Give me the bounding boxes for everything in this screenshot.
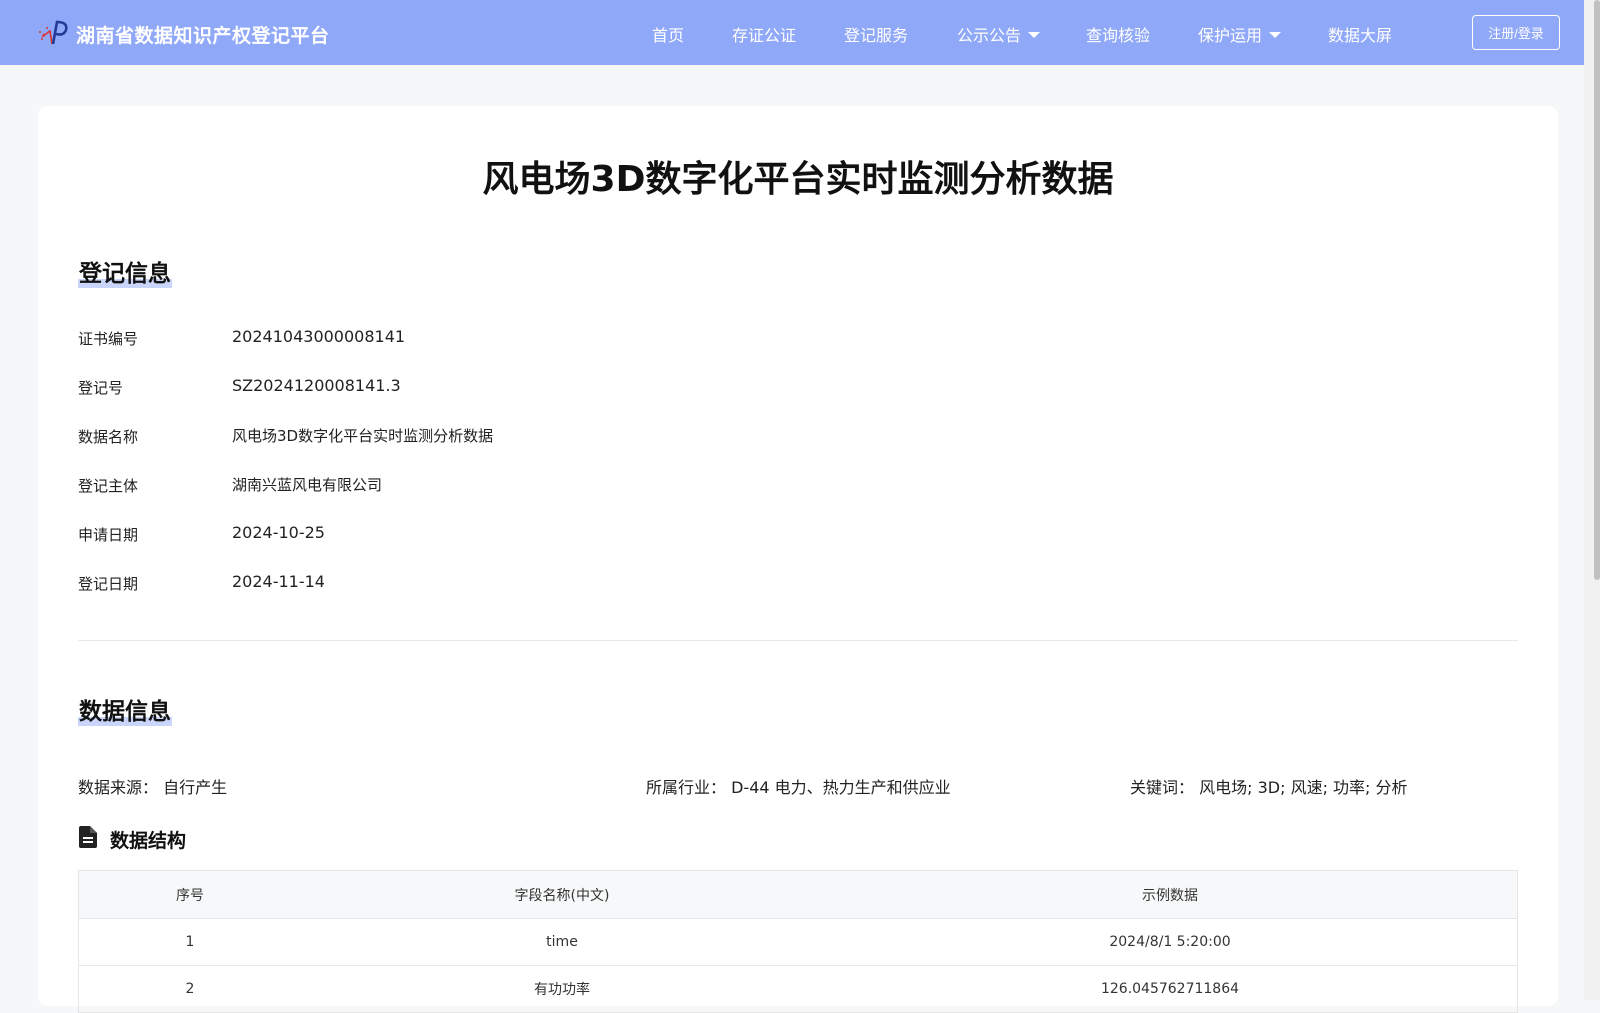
detail-card: 风电场3D数字化平台实时监测分析数据 登记信息 证书编号 20241043000…: [38, 106, 1558, 1013]
nav-home[interactable]: 首页: [652, 22, 684, 46]
registration-info-heading: 登记信息: [78, 254, 172, 288]
section-divider: [78, 640, 1518, 641]
row-index: 1: [185, 934, 195, 950]
keywords: 关键词： 风电场; 3D; 风速; 功率; 分析: [1130, 774, 1408, 798]
registration-number-label: 登记号: [78, 379, 124, 397]
register-login-button[interactable]: 注册/登录: [1472, 15, 1560, 50]
row-sample-data: 2024/8/1 5:20:00: [1109, 934, 1231, 950]
table-header-row: 序号 字段名称(中文) 示例数据: [79, 871, 1517, 919]
nav-query-label: 查询核验: [1086, 26, 1151, 45]
data-structure-title: 数据结构: [110, 830, 187, 852]
row-field-name: time: [546, 934, 578, 950]
data-name-value: 风电场3D数字化平台实时监测分析数据: [232, 427, 494, 445]
page-title: 风电场3D数字化平台实时监测分析数据: [482, 159, 1114, 200]
keywords-label: 关键词：: [1130, 778, 1195, 797]
data-info-heading: 数据信息: [78, 692, 172, 726]
column-header-index: 序号: [176, 887, 204, 904]
nav-deposit-notarization[interactable]: 存证公证: [732, 22, 796, 46]
certificate-number-label: 证书编号: [78, 330, 139, 348]
site-title: 湖南省数据知识产权登记平台: [76, 24, 330, 47]
data-structure-heading: 数据结构: [78, 826, 186, 853]
table-row: 1 time 2024/8/1 5:20:00: [79, 919, 1517, 966]
column-header-sample-data: 示例数据: [1142, 887, 1198, 904]
document-icon: [78, 826, 110, 853]
platform-logo-icon: [38, 18, 70, 50]
nav-data-screen-label: 数据大屏: [1328, 26, 1393, 45]
column-header-field-name: 字段名称(中文): [514, 887, 610, 904]
nav-registration-label: 登记服务: [844, 26, 909, 45]
row-index: 2: [185, 981, 195, 997]
registration-date-value: 2024-11-14: [232, 572, 325, 591]
brand[interactable]: 湖南省数据知识产权登记平台: [38, 18, 330, 50]
chevron-down-icon: [1269, 32, 1282, 38]
nav-registration-service[interactable]: 登记服务: [844, 22, 908, 46]
data-source: 数据来源： 自行产生: [78, 774, 227, 798]
industry-label: 所属行业：: [646, 778, 727, 797]
top-navbar: 湖南省数据知识产权登记平台 首页 存证公证 登记服务 公示公告 查询核验 保护运…: [0, 0, 1584, 65]
application-date-label: 申请日期: [78, 526, 139, 544]
certificate-number-value: 20241043000008141: [232, 327, 406, 346]
data-source-label: 数据来源：: [78, 778, 159, 797]
row-field-name: 有功功率: [534, 982, 590, 998]
row-sample-data: 126.045762711864: [1100, 981, 1240, 997]
registrant-label: 登记主体: [78, 477, 139, 495]
data-source-value: 自行产生: [163, 778, 228, 797]
nav-query-verify[interactable]: 查询核验: [1086, 22, 1150, 46]
scrollbar-thumb[interactable]: [1594, 0, 1600, 580]
registrant-value: 湖南兴蓝风电有限公司: [232, 476, 383, 494]
nav-protection-use[interactable]: 保护运用: [1198, 22, 1282, 46]
nav-protection-label: 保护运用: [1198, 26, 1263, 45]
table-row: 2 有功功率 126.045762711864: [79, 966, 1517, 1013]
chevron-down-icon: [1028, 32, 1041, 38]
industry-value: D-44 电力、热力生产和供应业: [731, 778, 951, 797]
industry: 所属行业： D-44 电力、热力生产和供应业: [646, 774, 951, 798]
data-name-label: 数据名称: [78, 428, 139, 446]
registration-date-label: 登记日期: [78, 575, 139, 593]
nav-deposit-label: 存证公证: [732, 26, 797, 45]
data-structure-table: 序号 字段名称(中文) 示例数据 1 time 2024/8/1 5:20:00…: [78, 870, 1518, 1013]
nav-data-screen[interactable]: 数据大屏: [1328, 22, 1392, 46]
nav-home-label: 首页: [652, 26, 685, 45]
nav-announcements-label: 公示公告: [957, 26, 1022, 45]
nav-announcements[interactable]: 公示公告: [957, 22, 1041, 46]
application-date-value: 2024-10-25: [232, 523, 325, 542]
registration-number-value: SZ2024120008141.3: [232, 376, 401, 395]
keywords-value: 风电场; 3D; 风速; 功率; 分析: [1199, 778, 1408, 797]
